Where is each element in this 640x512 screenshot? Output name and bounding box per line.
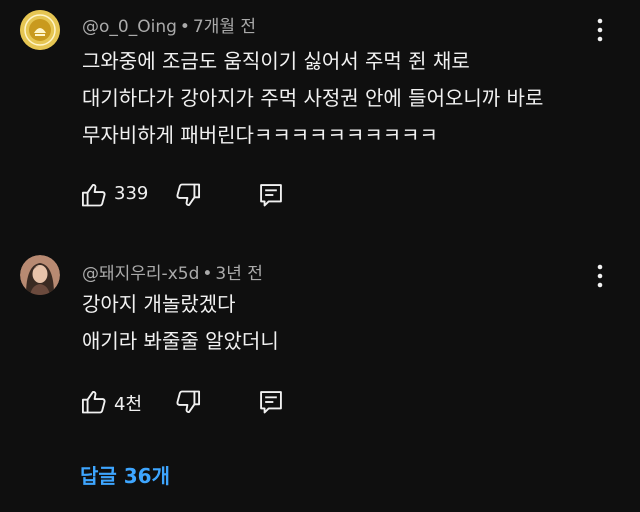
meta-separator: • (202, 264, 213, 284)
reply-icon[interactable] (257, 181, 285, 209)
comment-text: 그와중에 조금도 움직이기 싫어서 주먹 쥔 채로 대기하다가 강아지가 주먹 … (82, 43, 543, 154)
like-count: 4천 (114, 394, 143, 415)
like-count: 339 (114, 183, 149, 204)
thumbs-down-icon[interactable] (174, 181, 202, 209)
comment-line: 그와중에 조금도 움직이기 싫어서 주먹 쥔 채로 (82, 49, 470, 73)
comment-time[interactable]: 3년 전 (215, 264, 263, 284)
thumbs-up-icon[interactable] (80, 388, 108, 416)
thumbs-up-icon[interactable] (80, 181, 108, 209)
comment-actions: 4천 (78, 388, 308, 418)
comment-line: 대기하다가 강아지가 주먹 사정권 안에 들어오니까 바로 (82, 86, 544, 110)
comment-meta: @돼지우리-x5d • 3년 전 (82, 259, 263, 284)
more-vert-icon[interactable] (590, 17, 610, 43)
comment-line: 무자비하게 패버린다ㅋㅋㅋㅋㅋㅋㅋㅋㅋㅋ (82, 123, 438, 147)
avatar[interactable] (20, 10, 60, 50)
comment-meta: @o_0_Oing • 7개월 전 (82, 12, 256, 37)
reply-icon[interactable] (257, 388, 285, 416)
author-name[interactable]: @돼지우리-x5d (82, 264, 199, 284)
thumbs-down-icon[interactable] (174, 388, 202, 416)
comment-line: 애기라 봐줄줄 알았더니 (82, 329, 279, 353)
more-vert-icon[interactable] (590, 263, 610, 289)
author-name[interactable]: @o_0_Oing (82, 17, 177, 37)
comment-time[interactable]: 7개월 전 (193, 17, 256, 37)
view-replies-button[interactable]: 답글 36개 (80, 460, 170, 489)
avatar[interactable] (20, 255, 60, 295)
comment-actions: 339 (78, 181, 308, 211)
meta-separator: • (179, 17, 190, 37)
comment-text: 강아지 개놀랐겠다 애기라 봐줄줄 알았더니 (82, 286, 279, 360)
comment-line: 강아지 개놀랐겠다 (82, 292, 236, 316)
